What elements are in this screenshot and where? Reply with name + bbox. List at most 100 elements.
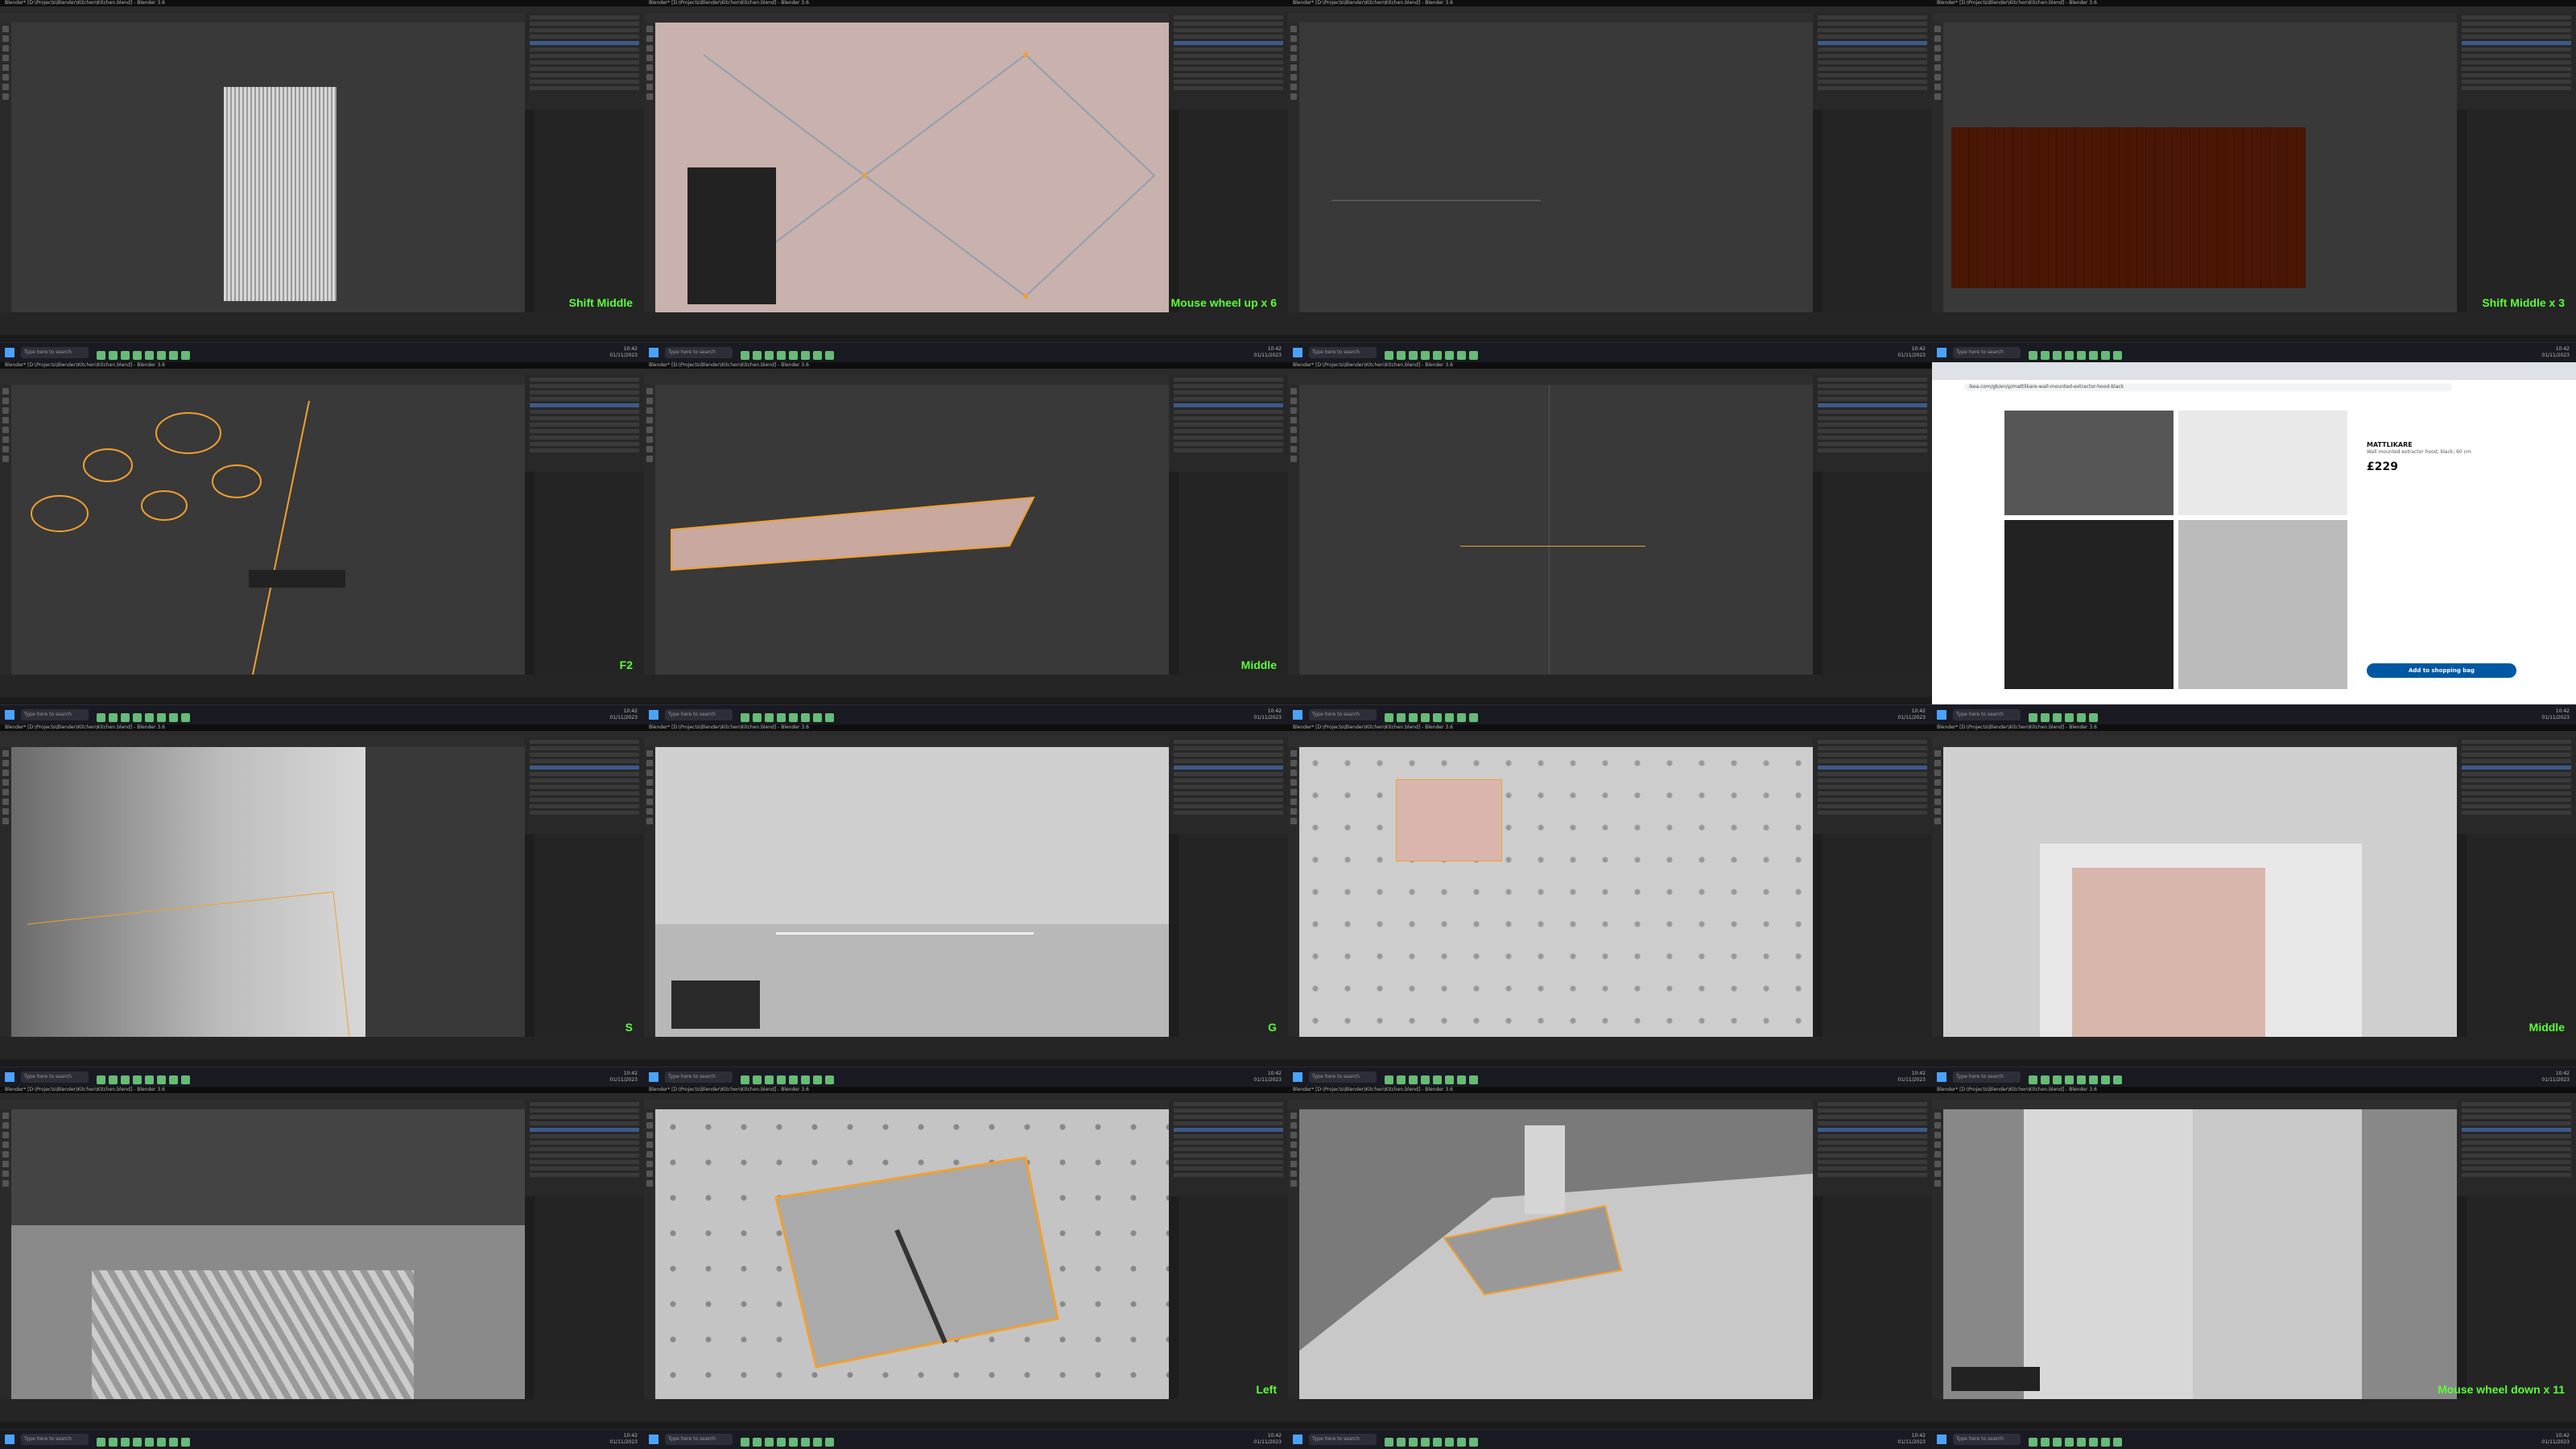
scale-tool-icon[interactable]	[1290, 789, 1297, 795]
windows-start-icon[interactable]	[649, 348, 658, 357]
taskbar-apps[interactable]	[1385, 1435, 1481, 1449]
cursor-tool-icon[interactable]	[1290, 760, 1297, 766]
menu-bar[interactable]	[1932, 6, 2576, 13]
taskbar-search[interactable]: Type here to search	[21, 1071, 89, 1083]
outliner[interactable]	[1813, 1100, 1932, 1196]
move-tool-icon[interactable]	[2, 770, 9, 776]
properties-editor[interactable]	[1813, 472, 1932, 675]
taskbar-apps[interactable]	[97, 710, 193, 724]
properties-tabs[interactable]	[1813, 1196, 1823, 1399]
scale-tool-icon[interactable]	[1934, 64, 1941, 71]
rotate-tool-icon[interactable]	[646, 55, 653, 61]
rotate-tool-icon[interactable]	[1934, 55, 1941, 61]
taskbar-search[interactable]: Type here to search	[21, 709, 89, 720]
rotate-tool-icon[interactable]	[2, 779, 9, 786]
timeline[interactable]	[644, 1037, 1288, 1059]
windows-start-icon[interactable]	[649, 1435, 658, 1444]
timeline[interactable]	[0, 312, 644, 335]
taskbar-search[interactable]: Type here to search	[1953, 1071, 2021, 1083]
windows-start-icon[interactable]	[5, 1435, 14, 1444]
annotate-tool-icon[interactable]	[2, 84, 9, 90]
rotate-tool-icon[interactable]	[2, 1141, 9, 1148]
outliner[interactable]	[525, 1100, 644, 1196]
select-tool-icon[interactable]	[1290, 750, 1297, 757]
outliner[interactable]	[1169, 375, 1288, 472]
properties-editor[interactable]	[1169, 1196, 1288, 1399]
viewport-header[interactable]	[0, 737, 525, 747]
measure-tool-icon[interactable]	[1934, 1180, 1941, 1187]
viewport-header[interactable]	[1288, 1100, 1813, 1109]
properties-tabs[interactable]	[525, 109, 535, 312]
annotate-tool-icon[interactable]	[1934, 84, 1941, 90]
move-tool-icon[interactable]	[1934, 770, 1941, 776]
timeline[interactable]	[0, 1399, 644, 1422]
cursor-tool-icon[interactable]	[1290, 1122, 1297, 1129]
properties-editor[interactable]	[2457, 834, 2576, 1037]
select-tool-icon[interactable]	[2, 750, 9, 757]
annotate-tool-icon[interactable]	[1290, 808, 1297, 815]
cursor-tool-icon[interactable]	[646, 398, 653, 404]
menu-bar[interactable]	[644, 731, 1288, 737]
timeline[interactable]	[1932, 1037, 2576, 1059]
measure-tool-icon[interactable]	[646, 456, 653, 462]
transform-tool-icon[interactable]	[1290, 799, 1297, 805]
timeline[interactable]	[1932, 1399, 2576, 1422]
windows-start-icon[interactable]	[5, 1072, 14, 1082]
properties-tabs[interactable]	[1169, 472, 1179, 675]
select-tool-icon[interactable]	[646, 26, 653, 32]
viewport-header[interactable]	[644, 737, 1169, 747]
taskbar-search[interactable]: Type here to search	[1309, 1434, 1377, 1445]
measure-tool-icon[interactable]	[2, 456, 9, 462]
transform-tool-icon[interactable]	[2, 1161, 9, 1167]
move-tool-icon[interactable]	[2, 1132, 9, 1138]
properties-tabs[interactable]	[1813, 472, 1823, 675]
rotate-tool-icon[interactable]	[646, 1141, 653, 1148]
timeline[interactable]	[644, 675, 1288, 697]
taskbar-search[interactable]: Type here to search	[1953, 709, 2021, 720]
select-tool-icon[interactable]	[2, 26, 9, 32]
3d-viewport[interactable]	[11, 1109, 525, 1399]
scale-tool-icon[interactable]	[1290, 64, 1297, 71]
transform-tool-icon[interactable]	[646, 1161, 653, 1167]
transform-tool-icon[interactable]	[646, 436, 653, 443]
timeline[interactable]	[644, 1399, 1288, 1422]
select-tool-icon[interactable]	[1290, 1113, 1297, 1119]
properties-tabs[interactable]	[1169, 109, 1179, 312]
annotate-tool-icon[interactable]	[646, 446, 653, 452]
rotate-tool-icon[interactable]	[1290, 55, 1297, 61]
move-tool-icon[interactable]	[2, 407, 9, 414]
toolbar[interactable]	[1932, 1109, 1943, 1399]
taskbar-search[interactable]: Type here to search	[1309, 1071, 1377, 1083]
cursor-tool-icon[interactable]	[2, 398, 9, 404]
measure-tool-icon[interactable]	[1290, 1180, 1297, 1187]
taskbar-apps[interactable]	[97, 1072, 193, 1087]
3d-viewport[interactable]	[655, 747, 1169, 1037]
taskbar-apps[interactable]	[97, 1435, 193, 1449]
select-tool-icon[interactable]	[646, 388, 653, 394]
measure-tool-icon[interactable]	[1934, 93, 1941, 100]
taskbar-apps[interactable]	[2029, 710, 2101, 724]
windows-start-icon[interactable]	[1937, 710, 1946, 720]
transform-tool-icon[interactable]	[1290, 1161, 1297, 1167]
properties-editor[interactable]	[1169, 472, 1288, 675]
transform-tool-icon[interactable]	[2, 436, 9, 443]
rotate-tool-icon[interactable]	[1290, 417, 1297, 423]
windows-start-icon[interactable]	[1293, 348, 1302, 357]
rotate-tool-icon[interactable]	[646, 417, 653, 423]
viewport-header[interactable]	[1288, 375, 1813, 385]
3d-viewport[interactable]	[1299, 1109, 1813, 1399]
cursor-tool-icon[interactable]	[1934, 35, 1941, 42]
properties-tabs[interactable]	[1169, 834, 1179, 1037]
annotate-tool-icon[interactable]	[1934, 1170, 1941, 1177]
menu-bar[interactable]	[644, 1093, 1288, 1100]
cursor-tool-icon[interactable]	[2, 35, 9, 42]
measure-tool-icon[interactable]	[2, 1180, 9, 1187]
rotate-tool-icon[interactable]	[1290, 1141, 1297, 1148]
transform-tool-icon[interactable]	[646, 799, 653, 805]
annotate-tool-icon[interactable]	[1290, 1170, 1297, 1177]
rotate-tool-icon[interactable]	[2, 55, 9, 61]
properties-editor[interactable]	[1169, 109, 1288, 312]
rotate-tool-icon[interactable]	[1290, 779, 1297, 786]
toolbar[interactable]	[1288, 1109, 1299, 1399]
transform-tool-icon[interactable]	[2, 799, 9, 805]
